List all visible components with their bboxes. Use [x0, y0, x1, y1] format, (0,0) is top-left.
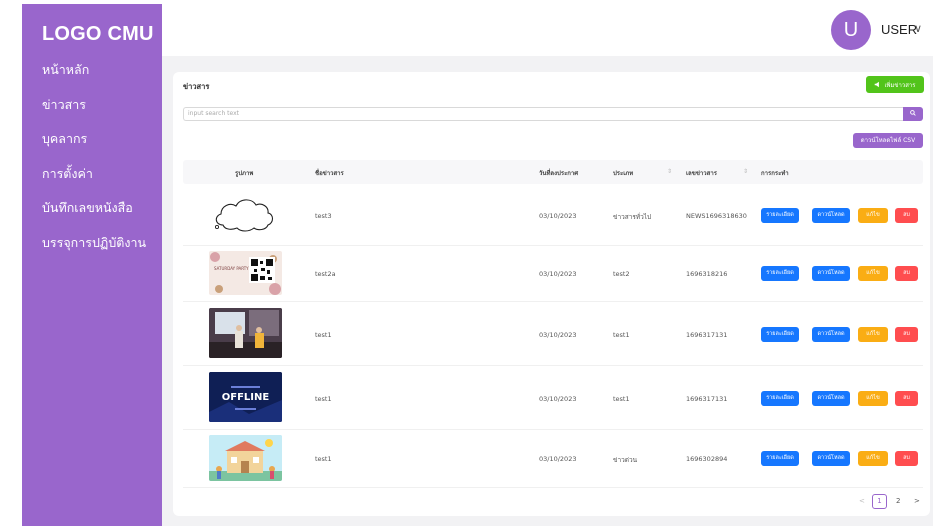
news-title: test1 [315, 395, 332, 403]
news-image-qr-poster: SATURDAY PARTY [209, 251, 282, 295]
detail-button[interactable]: รายละเอียด [761, 451, 799, 466]
detail-button[interactable]: รายละเอียด [761, 391, 799, 406]
news-type: test1 [613, 331, 630, 339]
news-date: 03/10/2023 [539, 212, 577, 220]
news-image-offline-banner: OFFLINE [209, 372, 282, 422]
news-number: 1696317131 [686, 395, 728, 403]
download-button[interactable]: ดาวน์โหลด [812, 327, 850, 342]
column-header-type[interactable]: ประเภท [613, 168, 633, 178]
top-bar [162, 0, 933, 56]
news-image-cloud [209, 191, 282, 239]
news-type: test1 [613, 395, 630, 403]
sidebar-item-settings[interactable]: การตั้งค่า [42, 164, 146, 199]
megaphone-icon [875, 81, 880, 88]
pagination-prev[interactable]: < [859, 497, 865, 505]
table-row: test3 03/10/2023 ข่าวสารทั่วไป NEWS16963… [183, 184, 923, 246]
table-row: test1 03/10/2023 ข่าวด่วน 1696302894 ราย… [183, 430, 923, 488]
table-header: รูปภาพ ชื่อข่าวสาร วันที่ลงประกาศ ประเภท… [183, 160, 923, 184]
pagination-next[interactable]: > [914, 497, 920, 505]
news-number: 1696318216 [686, 270, 728, 278]
poster-text: SATURDAY PARTY [214, 266, 249, 271]
delete-button[interactable]: ลบ [895, 208, 918, 223]
sidebar-item-news[interactable]: ข่าวสาร [42, 95, 146, 130]
news-number: NEWS1696318630 [686, 212, 747, 220]
offline-text: OFFLINE [222, 392, 270, 403]
news-title: test3 [315, 212, 332, 220]
sidebar-item-personnel[interactable]: บุคลากร [42, 129, 146, 164]
news-type: ข่าวสารทั่วไป [613, 213, 652, 221]
edit-button[interactable]: แก้ไข [858, 266, 888, 281]
pagination-page-1[interactable]: 1 [872, 494, 887, 509]
edit-button[interactable]: แก้ไข [858, 391, 888, 406]
column-header-image: รูปภาพ [235, 170, 254, 177]
news-title: test1 [315, 331, 332, 339]
column-header-actions: การกระทำ [761, 170, 789, 177]
download-button[interactable]: ดาวน์โหลด [812, 208, 850, 223]
table-row: SATURDAY PARTY test2a 03/10/2023 test2 1… [183, 246, 923, 302]
search-button[interactable] [903, 107, 923, 121]
chevron-down-icon[interactable]: ∨ [914, 22, 922, 35]
news-number: 1696317131 [686, 331, 728, 339]
news-image-building-illustration [209, 435, 282, 481]
edit-button[interactable]: แก้ไข [858, 451, 888, 466]
news-type: ข่าวด่วน [613, 456, 638, 464]
news-title: test2a [315, 270, 336, 278]
detail-button[interactable]: รายละเอียด [761, 266, 799, 281]
news-date: 03/10/2023 [539, 331, 577, 339]
sidebar-nav: หน้าหลัก ข่าวสาร บุคลากร การตั้งค่า บันท… [42, 60, 146, 267]
news-number: 1696302894 [686, 455, 728, 463]
download-csv-button[interactable]: ดาวน์โหลดไฟล์ CSV [853, 133, 923, 148]
search-input[interactable]: input search text [183, 107, 903, 121]
logo[interactable]: LOGO CMU [42, 23, 154, 46]
sort-icon[interactable]: ⇕ [667, 168, 672, 175]
download-button[interactable]: ดาวน์โหลด [812, 451, 850, 466]
news-image-stage-photo [209, 308, 282, 358]
edit-button[interactable]: แก้ไข [858, 327, 888, 342]
download-button[interactable]: ดาวน์โหลด [812, 266, 850, 281]
sidebar-item-document-number[interactable]: บันทึกเลขหนังสือ [42, 198, 146, 233]
sort-icon[interactable]: ⇕ [743, 168, 748, 175]
column-header-number[interactable]: เลขข่าวสาร [686, 168, 717, 178]
news-type: test2 [613, 270, 630, 278]
avatar[interactable]: U [831, 10, 871, 50]
sidebar: LOGO CMU หน้าหลัก ข่าวสาร บุคลากร การตั้… [22, 4, 162, 526]
download-button[interactable]: ดาวน์โหลด [812, 391, 850, 406]
news-date: 03/10/2023 [539, 455, 577, 463]
delete-button[interactable]: ลบ [895, 451, 918, 466]
delete-button[interactable]: ลบ [895, 391, 918, 406]
news-title: test1 [315, 455, 332, 463]
sidebar-item-home[interactable]: หน้าหลัก [42, 60, 146, 95]
user-menu-name[interactable]: USER [881, 22, 917, 37]
news-card: ข่าวสาร เพิ่มข่าวสาร input search text ด… [173, 72, 930, 516]
delete-button[interactable]: ลบ [895, 327, 918, 342]
add-news-label: เพิ่มข่าวสาร [884, 81, 916, 89]
sidebar-item-work-assignment[interactable]: บรรจุการปฏิบัติงาน [42, 233, 146, 268]
edit-button[interactable]: แก้ไข [858, 208, 888, 223]
page-title: ข่าวสาร [183, 82, 210, 91]
table-row: OFFLINE test1 03/10/2023 test1 169631713… [183, 366, 923, 430]
search-icon [910, 110, 916, 116]
table-row: test1 03/10/2023 test1 1696317131 รายละเ… [183, 302, 923, 366]
detail-button[interactable]: รายละเอียด [761, 327, 799, 342]
detail-button[interactable]: รายละเอียด [761, 208, 799, 223]
news-date: 03/10/2023 [539, 395, 577, 403]
column-header-date[interactable]: วันที่ลงประกาศ [539, 168, 578, 178]
delete-button[interactable]: ลบ [895, 266, 918, 281]
column-header-title: ชื่อข่าวสาร [315, 170, 344, 177]
news-date: 03/10/2023 [539, 270, 577, 278]
add-news-button[interactable]: เพิ่มข่าวสาร [866, 76, 924, 93]
pagination-page-2[interactable]: 2 [896, 497, 900, 505]
